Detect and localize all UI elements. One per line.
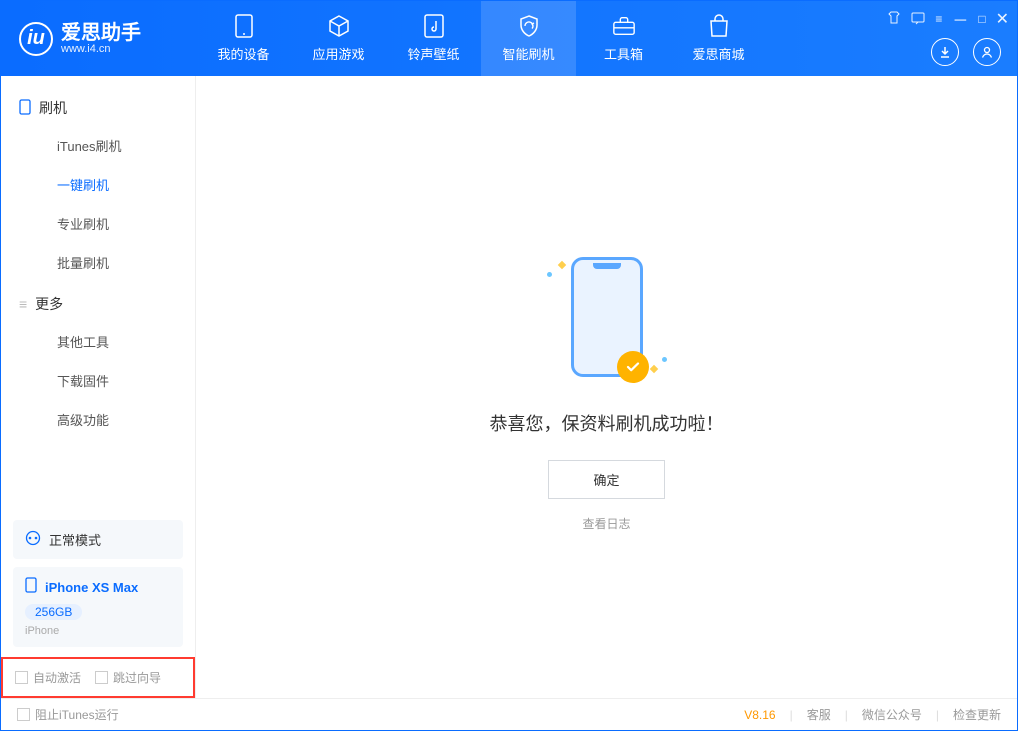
toolbox-icon xyxy=(612,14,636,38)
success-message: 恭喜您，保资料刷机成功啦！ xyxy=(490,410,724,436)
ok-button[interactable]: 确定 xyxy=(548,460,664,499)
shield-refresh-icon xyxy=(517,14,541,38)
tshirt-icon[interactable] xyxy=(887,11,901,28)
footer-label: 阻止iTunes运行 xyxy=(35,706,119,723)
mode-label: 正常模式 xyxy=(49,530,101,549)
option-label: 跳过向导 xyxy=(113,669,161,686)
maximize-button[interactable]: □ xyxy=(978,12,985,26)
device-name: iPhone XS Max xyxy=(45,580,138,595)
minimize-button[interactable]: － xyxy=(952,7,968,31)
tab-label: 我的设备 xyxy=(217,44,269,63)
mode-icon xyxy=(25,530,41,549)
feedback-icon[interactable] xyxy=(911,11,925,28)
sidebar-item-one-key-flash[interactable]: 一键刷机 xyxy=(1,165,195,204)
header-actions xyxy=(931,38,1001,66)
list-icon: ≡ xyxy=(19,296,27,312)
skip-guide-checkbox[interactable]: 跳过向导 xyxy=(95,669,161,686)
bag-icon xyxy=(707,14,731,38)
close-button[interactable]: ✕ xyxy=(996,9,1009,29)
options-row: 自动激活 跳过向导 xyxy=(1,657,195,698)
sidebar-group-more: ≡ 更多 xyxy=(1,282,195,322)
mode-card[interactable]: 正常模式 xyxy=(13,520,183,559)
check-update-link[interactable]: 检查更新 xyxy=(953,706,1001,723)
tab-toolbox[interactable]: 工具箱 xyxy=(576,1,671,76)
app-window: iu 爱思助手 www.i4.cn 我的设备 应用游戏 铃声壁纸 智能刷机 xyxy=(0,0,1018,731)
wechat-link[interactable]: 微信公众号 xyxy=(862,706,922,723)
cube-icon xyxy=(327,14,351,38)
tab-my-device[interactable]: 我的设备 xyxy=(196,1,291,76)
top-tabs: 我的设备 应用游戏 铃声壁纸 智能刷机 工具箱 爱思商城 xyxy=(196,1,766,76)
group-label: 刷机 xyxy=(39,98,67,118)
sidebar-item-other-tools[interactable]: 其他工具 xyxy=(1,322,195,361)
success-graphic xyxy=(507,242,707,392)
tab-label: 爱思商城 xyxy=(692,44,744,63)
logo-block: iu 爱思助手 www.i4.cn xyxy=(1,22,196,56)
block-itunes-checkbox[interactable]: 阻止iTunes运行 xyxy=(17,706,119,723)
phone-icon xyxy=(25,577,37,598)
tab-label: 铃声壁纸 xyxy=(407,44,459,63)
auto-activate-checkbox[interactable]: 自动激活 xyxy=(15,669,81,686)
tab-label: 工具箱 xyxy=(604,44,643,63)
logo-icon: iu xyxy=(19,22,53,56)
sidebar: 刷机 iTunes刷机 一键刷机 专业刷机 批量刷机 ≡ 更多 其他工具 下载固… xyxy=(1,76,196,698)
tab-label: 智能刷机 xyxy=(502,44,554,63)
sidebar-item-download-firmware[interactable]: 下载固件 xyxy=(1,361,195,400)
sidebar-item-itunes-flash[interactable]: iTunes刷机 xyxy=(1,126,195,165)
check-badge-icon xyxy=(617,351,649,383)
sidebar-group-flash: 刷机 xyxy=(1,86,195,126)
menu-icon[interactable]: ≡ xyxy=(935,12,942,26)
version-label: V8.16 xyxy=(744,708,775,722)
sidebar-item-advanced[interactable]: 高级功能 xyxy=(1,400,195,439)
sidebar-item-batch-flash[interactable]: 批量刷机 xyxy=(1,243,195,282)
view-log-link[interactable]: 查看日志 xyxy=(582,515,630,532)
tab-smart-flash[interactable]: 智能刷机 xyxy=(481,1,576,76)
phone-icon xyxy=(232,14,256,38)
support-link[interactable]: 客服 xyxy=(807,706,831,723)
tab-store[interactable]: 爱思商城 xyxy=(671,1,766,76)
download-button[interactable] xyxy=(931,38,959,66)
header: iu 爱思助手 www.i4.cn 我的设备 应用游戏 铃声壁纸 智能刷机 xyxy=(1,1,1017,76)
tab-label: 应用游戏 xyxy=(312,44,364,63)
app-name: 爱思助手 xyxy=(61,23,141,43)
checkbox-icon xyxy=(95,671,108,684)
option-label: 自动激活 xyxy=(33,669,81,686)
device-icon xyxy=(19,99,31,118)
device-type: iPhone xyxy=(25,625,171,637)
window-controls: ≡ － □ ✕ xyxy=(887,7,1009,31)
app-url: www.i4.cn xyxy=(61,43,141,55)
device-card[interactable]: iPhone XS Max 256GB iPhone xyxy=(13,567,183,647)
checkbox-icon xyxy=(17,708,30,721)
group-label: 更多 xyxy=(35,294,63,314)
body: 刷机 iTunes刷机 一键刷机 专业刷机 批量刷机 ≡ 更多 其他工具 下载固… xyxy=(1,76,1017,698)
main-content: 恭喜您，保资料刷机成功啦！ 确定 查看日志 xyxy=(196,76,1017,698)
device-storage-badge: 256GB xyxy=(25,604,82,620)
tab-ringtone[interactable]: 铃声壁纸 xyxy=(386,1,481,76)
footer: 阻止iTunes运行 V8.16 | 客服 | 微信公众号 | 检查更新 xyxy=(1,698,1017,730)
sidebar-item-pro-flash[interactable]: 专业刷机 xyxy=(1,204,195,243)
user-button[interactable] xyxy=(973,38,1001,66)
tab-apps[interactable]: 应用游戏 xyxy=(291,1,386,76)
music-file-icon xyxy=(422,14,446,38)
checkbox-icon xyxy=(15,671,28,684)
